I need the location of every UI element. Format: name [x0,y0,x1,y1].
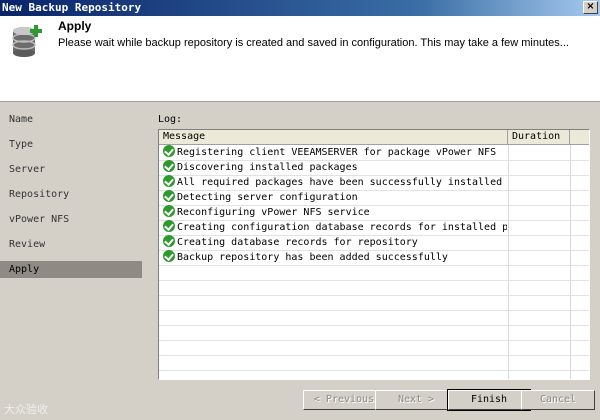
log-row[interactable]: Detecting server configuration [163,190,507,205]
success-check-icon [163,175,175,187]
row-divider [159,295,589,296]
page-title: Apply [58,19,92,33]
success-check-icon [163,205,175,217]
row-divider [159,340,589,341]
log-row[interactable]: Reconfiguring vPower NFS service [163,205,507,220]
success-check-icon [163,235,175,247]
step-review: Review [9,239,46,250]
log-row[interactable]: Creating database records for repository [163,235,507,250]
step-vpower-nfs: vPower NFS [9,214,70,225]
close-icon: × [586,1,595,12]
finish-button[interactable]: Finish [447,389,531,411]
log-list[interactable]: Message Duration Registering client VEEA… [158,129,590,380]
log-label: Log: [158,114,183,125]
watermark: 大众验收 [4,403,48,416]
column-header-duration[interactable]: Duration [508,130,570,145]
row-divider [159,265,589,266]
window-title: New Backup Repository [2,1,142,14]
previous-button[interactable]: < Previous [303,390,385,410]
log-message: Creating database records for repository [177,237,418,248]
column-divider [508,145,509,379]
log-row[interactable]: Backup repository has been added success… [163,250,507,265]
next-button[interactable]: Next > [375,390,457,410]
log-message: All required packages have been successf… [177,177,503,188]
row-divider [159,310,589,311]
log-row[interactable]: Creating configuration database records … [163,220,507,235]
step-repository: Repository [9,189,70,200]
cancel-button[interactable]: Cancel [521,390,595,410]
log-message: Registering client VEEAMSERVER for packa… [177,147,497,158]
log-row[interactable]: All required packages have been successf… [163,175,507,190]
success-check-icon [163,145,175,157]
log-row[interactable]: Discovering installed packages [163,160,507,175]
success-check-icon [163,190,175,202]
column-header-filler [570,130,589,145]
step-name: Name [9,114,34,125]
success-check-icon [163,220,175,232]
row-divider [159,355,589,356]
log-message: Detecting server configuration [177,192,358,203]
log-message: Backup repository has been added success… [177,252,448,263]
page-description: Please wait while backup repository is c… [58,37,569,49]
database-add-icon [12,25,42,57]
step-apply: Apply [0,261,142,278]
row-divider [159,370,589,371]
row-divider [159,325,589,326]
row-divider [159,280,589,281]
window-titlebar: New Backup Repository × [0,0,600,16]
step-server: Server [9,164,46,175]
column-header-message[interactable]: Message [159,130,508,145]
step-type: Type [9,139,34,150]
success-check-icon [163,250,175,262]
success-check-icon [163,160,175,172]
log-message: Reconfiguring vPower NFS service [177,207,370,218]
log-message: Discovering installed packages [177,162,358,173]
wizard-steps: Name Type Server Repository vPower NFS R… [0,103,142,386]
close-button[interactable]: × [583,1,598,14]
column-divider [570,145,571,379]
wizard-header: Apply Please wait while backup repositor… [0,16,600,102]
log-row[interactable]: Registering client VEEAMSERVER for packa… [163,145,507,160]
log-message: Creating configuration database records … [177,222,507,233]
